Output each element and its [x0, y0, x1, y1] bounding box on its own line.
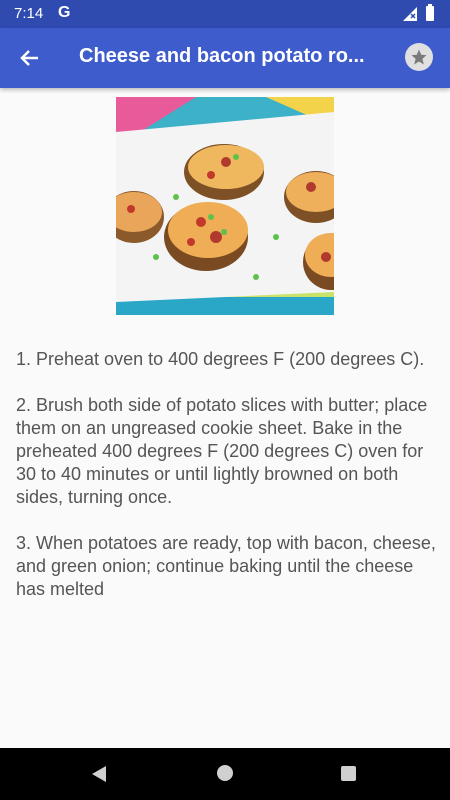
- recipe-image: [116, 97, 334, 315]
- recipe-step: 1. Preheat oven to 400 degrees F (200 de…: [16, 349, 425, 369]
- signal-icon: [403, 7, 417, 21]
- star-icon: [411, 49, 427, 65]
- food-photo: [116, 97, 334, 315]
- status-time: 7:14: [14, 5, 44, 22]
- recipe-step: 2. Brush both side of potato slices with…: [16, 395, 428, 507]
- nav-recents-icon[interactable]: [341, 766, 356, 781]
- navigation-bar: [0, 748, 450, 800]
- nav-home-icon[interactable]: [217, 765, 233, 781]
- app-bar: Cheese and bacon potato ro...: [0, 28, 450, 88]
- arrow-left-icon: [20, 50, 38, 66]
- battery-icon: [426, 4, 434, 21]
- page-title: Cheese and bacon potato ro...: [79, 45, 365, 67]
- recipe-steps: 1. Preheat oven to 400 degrees F (200 de…: [16, 348, 440, 624]
- back-button[interactable]: [14, 42, 46, 74]
- favorite-button[interactable]: [405, 43, 433, 71]
- status-bar: 7:14 G: [0, 0, 450, 28]
- nav-back-icon[interactable]: [90, 765, 108, 783]
- google-icon: G: [58, 4, 71, 21]
- recipe-step: 3. When potatoes are ready, top with bac…: [16, 533, 436, 599]
